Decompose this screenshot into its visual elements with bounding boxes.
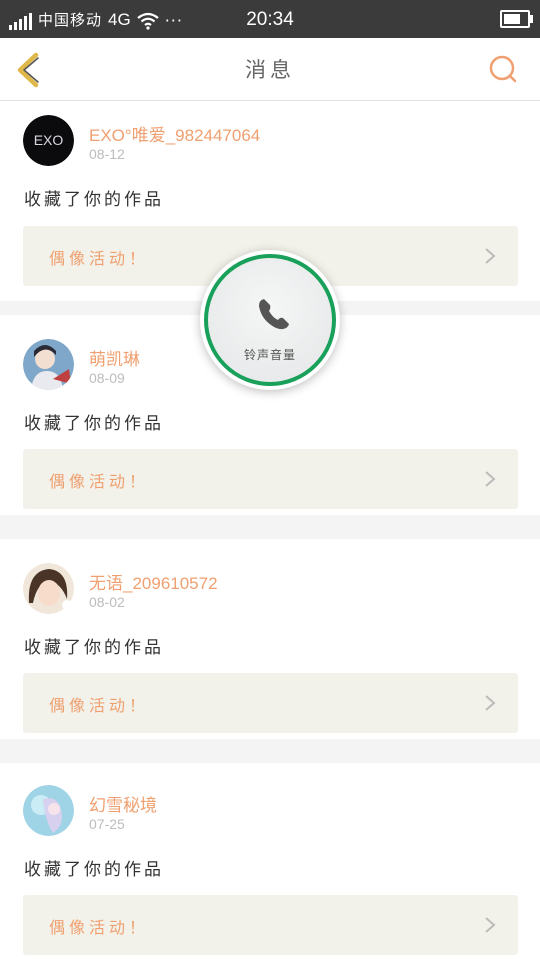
search-icon[interactable] [488, 54, 518, 84]
work-title: 偶像活动！ [49, 918, 150, 937]
user-name[interactable]: EXO°唯爱_982447064 [89, 121, 260, 146]
message-date: 08-02 [89, 594, 125, 610]
message-date: 07-25 [89, 816, 125, 832]
work-link[interactable]: 偶像活动！ [23, 449, 518, 509]
list-item: 幻雪秘境 07-25 收藏了你的作品 偶像活动！ [0, 763, 540, 960]
message-date: 08-12 [89, 146, 125, 162]
work-link[interactable]: 偶像活动！ [23, 673, 518, 733]
user-avatar [23, 339, 74, 390]
chevron-right-icon [485, 248, 496, 264]
action-text: 收藏了你的作品 [24, 414, 164, 434]
status-bar: 中国移动 4G ··· 20:34 [0, 0, 540, 38]
battery-icon [500, 10, 533, 28]
overlay-label: 铃声音量 [243, 348, 296, 362]
work-title: 偶像活动！ [49, 696, 150, 715]
avatar[interactable] [23, 339, 74, 390]
nav-bar: 消息 [0, 38, 540, 101]
message-date: 08-09 [89, 370, 125, 386]
work-title: 偶像活动！ [49, 249, 150, 268]
user-name[interactable]: 幻雪秘境 [89, 791, 157, 816]
user-name[interactable]: 无语_209610572 [89, 569, 218, 594]
avatar[interactable]: EXO [23, 115, 74, 166]
clock: 20:34 [246, 9, 294, 30]
work-title: 偶像活动！ [49, 472, 150, 491]
work-link[interactable]: 偶像活动！ [23, 895, 518, 955]
exo-logo-avatar: EXO [23, 115, 74, 166]
list-item: 无语_209610572 08-02 收藏了你的作品 偶像活动！ [0, 539, 540, 739]
avatar[interactable] [23, 563, 74, 614]
svg-text:EXO: EXO [34, 132, 64, 148]
ringtone-volume-overlay[interactable]: 铃声音量 [200, 250, 340, 390]
user-avatar [23, 785, 74, 836]
chevron-right-icon [485, 917, 496, 933]
overlay-ring: 铃声音量 [204, 254, 336, 386]
phone-icon [259, 299, 289, 330]
page-title: 消息 [245, 58, 295, 82]
chevron-right-icon [485, 695, 496, 711]
user-name[interactable]: 萌凯琳 [89, 345, 140, 370]
action-text: 收藏了你的作品 [24, 860, 164, 880]
avatar[interactable] [23, 785, 74, 836]
action-text: 收藏了你的作品 [24, 638, 164, 658]
action-text: 收藏了你的作品 [24, 190, 164, 210]
user-avatar [23, 563, 74, 614]
chevron-right-icon [485, 471, 496, 487]
